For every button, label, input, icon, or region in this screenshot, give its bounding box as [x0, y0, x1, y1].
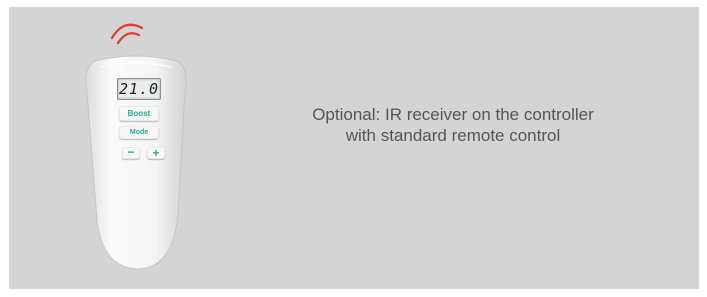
minus-button[interactable]: − [122, 146, 140, 159]
temperature-value: 21.0 [118, 80, 160, 98]
caption-line-2: with standard remote control [345, 126, 561, 145]
mode-button[interactable]: Mode [119, 126, 159, 139]
ir-signal-icon [110, 23, 144, 45]
caption: Optional: IR receiver on the controller … [268, 104, 638, 146]
temperature-display: 21.0 [117, 78, 161, 100]
plus-button[interactable]: + [147, 147, 165, 159]
boost-button[interactable]: Boost [119, 106, 159, 121]
caption-line-1: Optional: IR receiver on the controller [312, 105, 594, 124]
remote-control: 21.0 Boost Mode − + [81, 53, 190, 271]
